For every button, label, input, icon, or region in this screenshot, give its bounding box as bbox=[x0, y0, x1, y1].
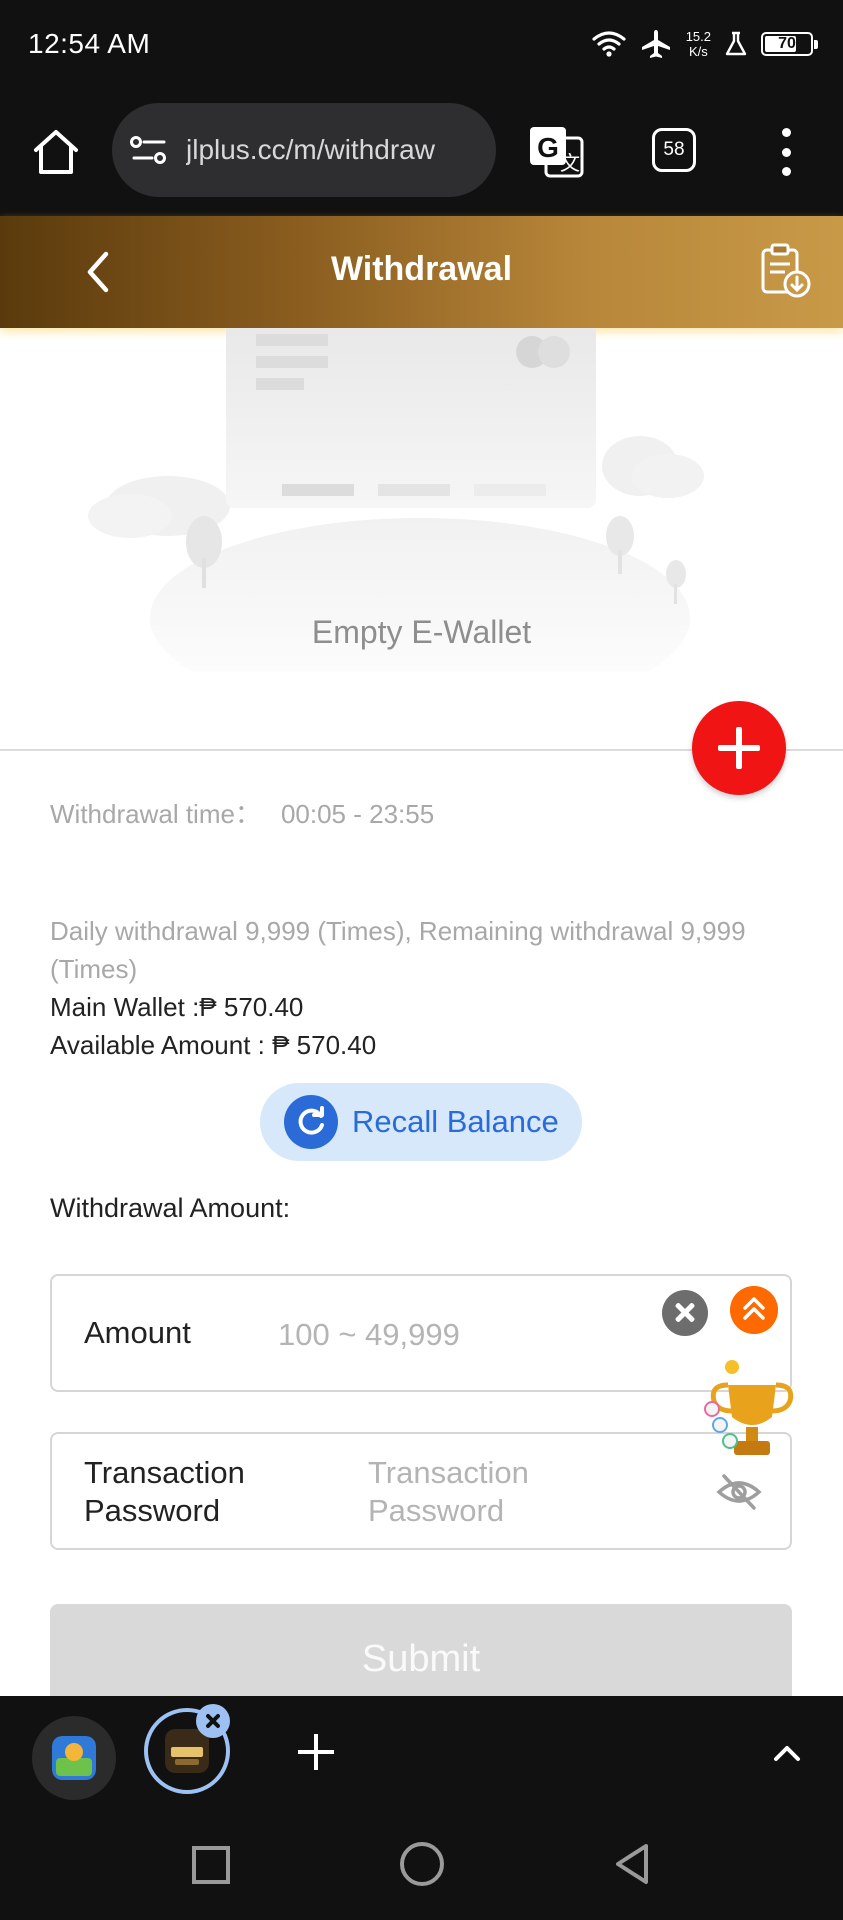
more-vert-icon[interactable] bbox=[774, 128, 798, 176]
password-placeholder-line1: Transaction bbox=[368, 1455, 529, 1490]
add-wallet-button[interactable] bbox=[692, 701, 786, 795]
status-time: 12:54 AM bbox=[28, 28, 151, 59]
translate-icon[interactable]: G 文 bbox=[528, 124, 584, 180]
recents-icon[interactable] bbox=[192, 1846, 230, 1884]
tab-favicon bbox=[165, 1729, 209, 1773]
clipboard-download-icon[interactable] bbox=[759, 242, 813, 300]
password-label-line1: Transaction bbox=[84, 1455, 245, 1490]
speed-value: 15.2 bbox=[685, 29, 711, 44]
flask-icon bbox=[725, 31, 747, 56]
url-text: jlplus.cc/m/withdraw bbox=[186, 134, 435, 165]
browser-toolbar: jlplus.cc/m/withdraw G 文 58 bbox=[0, 88, 843, 216]
amount-label: Amount bbox=[84, 1315, 191, 1350]
network-speed: 15.2 K/s bbox=[686, 29, 711, 59]
clear-icon[interactable] bbox=[662, 1290, 708, 1336]
withdrawal-time-label: Withdrawal time： bbox=[50, 799, 261, 829]
chevron-up-icon[interactable] bbox=[770, 1736, 804, 1770]
daily-withdrawal-info: Daily withdrawal 9,999 (Times), Remainin… bbox=[50, 916, 746, 984]
amount-input[interactable] bbox=[278, 1312, 578, 1358]
battery-text: 70 bbox=[778, 35, 796, 52]
page-header: Withdrawal bbox=[0, 216, 843, 328]
page-title: Withdrawal bbox=[330, 250, 513, 288]
tab-thumbnail[interactable] bbox=[32, 1716, 116, 1800]
withdrawal-time: Withdrawal time： 00:05 - 23:55 bbox=[50, 795, 434, 833]
trophy-icon[interactable] bbox=[700, 1355, 800, 1467]
eye-off-icon[interactable] bbox=[716, 1472, 762, 1512]
amount-field: Amount bbox=[50, 1274, 792, 1392]
wifi-icon bbox=[592, 31, 626, 57]
password-label-line2: Password bbox=[84, 1493, 221, 1528]
password-input[interactable]: Transaction Password bbox=[368, 1454, 529, 1530]
menu-dot bbox=[781, 128, 791, 137]
tab-switcher-button[interactable]: 58 bbox=[652, 128, 696, 172]
password-label: Transaction Password bbox=[84, 1454, 245, 1530]
airplane-icon bbox=[641, 30, 670, 58]
nav-back-icon[interactable] bbox=[612, 1842, 652, 1886]
svg-text:G: G bbox=[537, 132, 559, 163]
status-bar: 12:54 AM 15.2 K/s 70 bbox=[0, 0, 843, 88]
main-wallet-balance: Main Wallet :₱ 570.40 bbox=[50, 992, 304, 1022]
status-icons: 15.2 K/s 70 bbox=[592, 22, 818, 66]
browser-tab-strip bbox=[0, 1696, 843, 1812]
svg-text:文: 文 bbox=[560, 152, 580, 175]
empty-wallet-text: Empty E-Wallet bbox=[311, 614, 532, 650]
menu-dot bbox=[781, 167, 791, 176]
available-amount: Available Amount : ₱ 570.40 bbox=[50, 1030, 377, 1060]
recall-balance-label: Recall Balance bbox=[352, 1104, 559, 1139]
home-icon[interactable] bbox=[30, 126, 82, 178]
close-tab-icon[interactable] bbox=[196, 1704, 230, 1738]
withdrawal-time-value: 00:05 - 23:55 bbox=[280, 799, 435, 829]
address-bar[interactable]: jlplus.cc/m/withdraw bbox=[112, 103, 496, 197]
tab-favicon bbox=[52, 1736, 96, 1780]
double-chevron-up-icon[interactable] bbox=[730, 1286, 778, 1334]
new-tab-icon[interactable] bbox=[298, 1732, 338, 1772]
refresh-icon bbox=[284, 1095, 338, 1149]
withdrawal-amount-heading: Withdrawal Amount: bbox=[50, 1193, 291, 1223]
transaction-password-field: Transaction Password Transaction Passwor… bbox=[50, 1432, 792, 1550]
system-nav-bar bbox=[0, 1812, 843, 1920]
battery-indicator: 70 bbox=[761, 32, 818, 56]
site-settings-icon[interactable] bbox=[130, 134, 168, 166]
menu-dot bbox=[781, 147, 791, 157]
password-placeholder-line2: Password bbox=[368, 1493, 505, 1528]
speed-unit: K/s bbox=[688, 44, 708, 59]
nav-home-icon[interactable] bbox=[400, 1842, 444, 1886]
recall-balance-button[interactable]: Recall Balance bbox=[260, 1083, 582, 1161]
